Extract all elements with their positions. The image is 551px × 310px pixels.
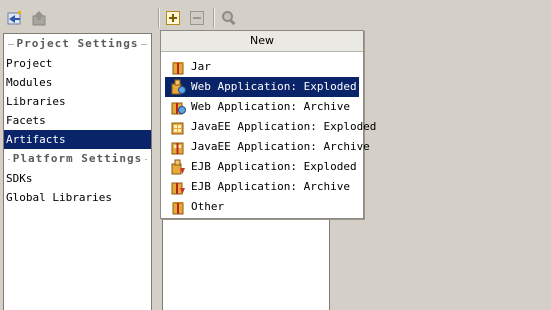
menu-item-web-app-exploded[interactable]: Web Application: Exploded xyxy=(165,77,359,97)
web-app-exploded-icon xyxy=(171,79,186,95)
toolbar-separator xyxy=(213,8,215,28)
menu-item-label: EJB Application: Exploded xyxy=(191,160,357,173)
project-settings-header: Project Settings xyxy=(4,34,151,54)
platform-settings-label: Platform Settings xyxy=(9,152,146,165)
artifacts-list-panel[interactable] xyxy=(162,214,330,310)
menu-item-label: JavaEE Application: Exploded xyxy=(191,120,377,133)
menu-item-javaee-exploded[interactable]: JavaEE Application: Exploded xyxy=(165,117,376,137)
magnifier-icon[interactable] xyxy=(220,9,238,27)
sidebar-item-libraries[interactable]: Libraries xyxy=(4,92,151,111)
sidebar-item-artifacts[interactable]: Artifacts xyxy=(4,130,151,149)
menu-item-jar[interactable]: Jar xyxy=(165,57,359,77)
platform-settings-header: Platform Settings xyxy=(4,149,151,169)
menu-item-label: Jar xyxy=(191,60,211,73)
sidebar-item-global-libraries[interactable]: Global Libraries xyxy=(4,188,151,207)
menu-item-web-app-archive[interactable]: Web Application: Archive xyxy=(165,97,359,117)
ejb-exploded-icon xyxy=(171,159,185,175)
project-settings-label: Project Settings xyxy=(13,37,142,50)
sidebar-item-project[interactable]: Project xyxy=(4,54,151,73)
menu-item-label: JavaEE Application: Archive xyxy=(191,140,370,153)
settings-tree: Project Settings Project Modules Librari… xyxy=(3,33,152,310)
sidebar-item-modules[interactable]: Modules xyxy=(4,73,151,92)
web-app-archive-icon xyxy=(171,102,186,115)
menu-item-ejb-exploded[interactable]: EJB Application: Exploded xyxy=(165,157,359,177)
add-icon[interactable] xyxy=(164,9,182,27)
new-artifact-popup: New Jar Web Application: Exploded Web Ap… xyxy=(160,30,376,219)
popup-menu: Jar Web Application: Exploded Web Applic… xyxy=(161,52,376,217)
javaee-archive-icon xyxy=(171,142,184,155)
sidebar-item-sdks[interactable]: SDKs xyxy=(4,169,151,188)
up-folder-icon[interactable] xyxy=(30,9,48,27)
menu-item-label: EJB Application: Archive xyxy=(191,180,350,193)
remove-icon[interactable] xyxy=(188,9,206,27)
javaee-exploded-icon xyxy=(171,122,184,135)
toolbar-separator xyxy=(158,8,160,28)
other-artifact-icon xyxy=(172,202,184,215)
popup-title: New xyxy=(161,31,363,52)
menu-item-ejb-archive[interactable]: EJB Application: Archive xyxy=(165,177,359,197)
menu-item-javaee-archive[interactable]: JavaEE Application: Archive xyxy=(165,137,370,157)
menu-item-label: Web Application: Exploded xyxy=(191,80,357,93)
back-arrow-icon[interactable] xyxy=(5,9,23,27)
jar-icon xyxy=(172,62,184,75)
sidebar-item-facets[interactable]: Facets xyxy=(4,111,151,130)
ejb-archive-icon xyxy=(171,182,185,195)
menu-item-label: Web Application: Archive xyxy=(191,100,350,113)
menu-item-other[interactable]: Other xyxy=(165,197,359,217)
menu-item-label: Other xyxy=(191,200,225,213)
